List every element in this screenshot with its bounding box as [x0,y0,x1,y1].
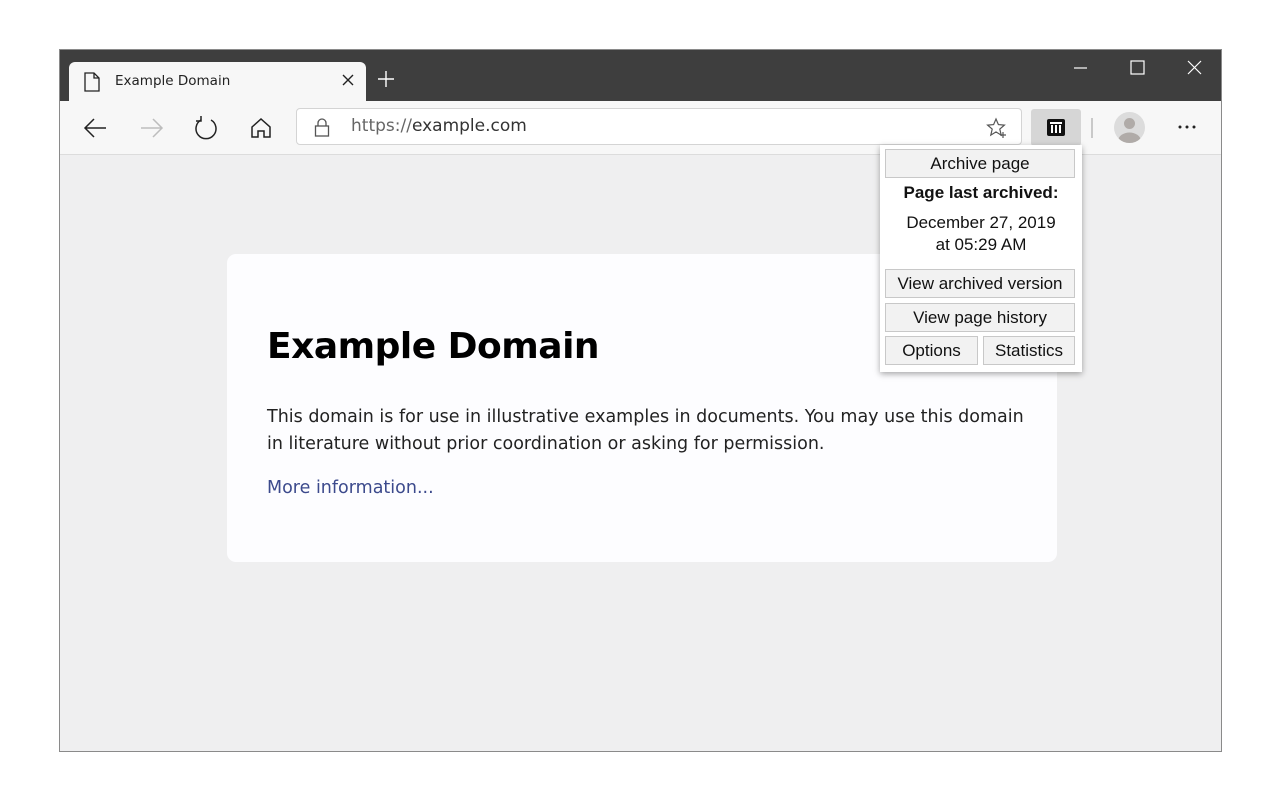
plus-icon[interactable] [376,69,396,89]
archive-icon [1047,119,1065,136]
view-archived-version-button[interactable]: View archived version [885,269,1075,298]
more-icon[interactable] [1172,115,1202,139]
minimize-icon[interactable] [1060,58,1100,78]
last-archived-time: at 05:29 AM [935,235,1027,254]
url-text[interactable]: https://example.com [351,116,527,136]
address-bar[interactable]: https://example.com [296,108,1022,145]
refresh-icon[interactable] [192,114,220,142]
title-bar: Example Domain [60,50,1221,101]
last-archived-date: December 27, 2019 [906,213,1056,232]
page-paragraph: This domain is for use in illustrative e… [267,407,1024,454]
maximize-icon[interactable] [1117,58,1157,78]
back-icon[interactable] [82,114,110,142]
view-page-history-button[interactable]: View page history [885,303,1075,332]
archive-extension-button[interactable] [1031,109,1081,146]
lock-icon [314,118,330,137]
home-icon[interactable] [247,114,275,142]
options-button[interactable]: Options [885,336,978,365]
document-icon [84,72,100,92]
tab-title: Example Domain [115,73,231,89]
toolbar-divider [1091,118,1093,138]
last-archived-label: Page last archived: [903,183,1059,202]
tab-example-domain[interactable]: Example Domain [69,62,366,101]
archive-popup: Archive page Page last archived: Decembe… [880,145,1082,372]
close-window-icon[interactable] [1174,58,1214,78]
page-heading: Example Domain [267,326,600,367]
close-icon[interactable] [338,70,358,90]
forward-icon[interactable] [137,114,165,142]
favorite-star-icon[interactable] [986,117,1008,139]
avatar-icon[interactable] [1114,112,1145,143]
statistics-button[interactable]: Statistics [983,336,1075,365]
more-information-link[interactable]: More information... [267,478,434,498]
archive-page-button[interactable]: Archive page [885,149,1075,178]
